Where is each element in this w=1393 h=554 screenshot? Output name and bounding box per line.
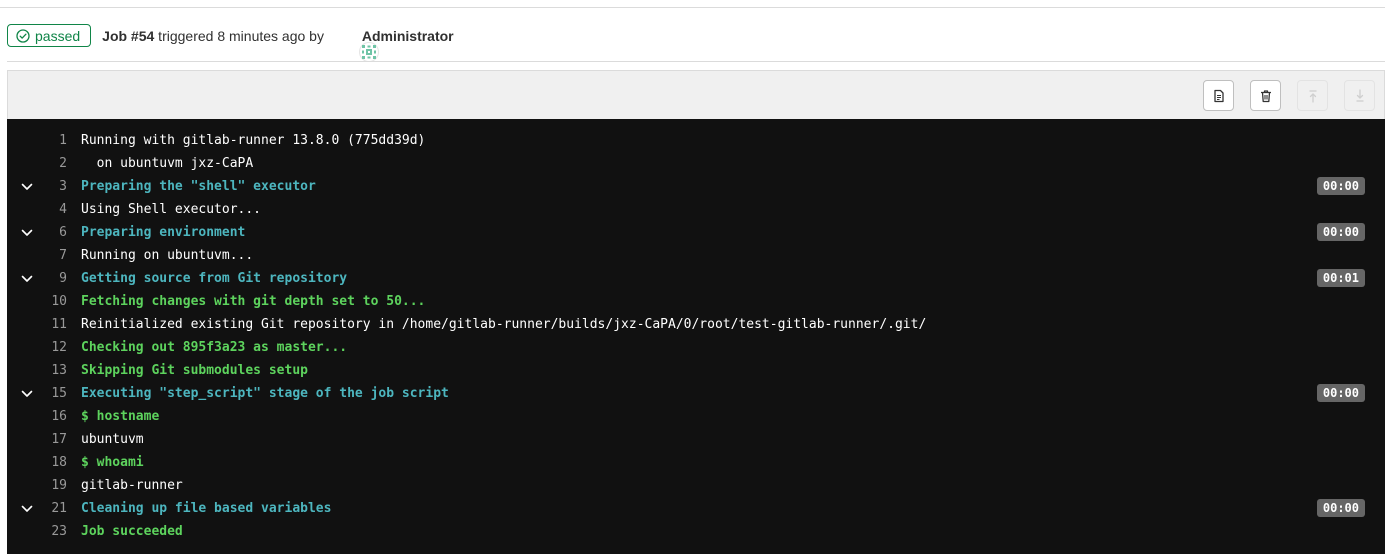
status-label: passed — [35, 27, 81, 44]
line-number[interactable]: 2 — [35, 156, 67, 171]
line-number[interactable]: 1 — [35, 133, 67, 148]
scroll-top-icon — [1309, 89, 1316, 103]
line-number[interactable]: 9 — [35, 271, 67, 286]
line-number[interactable]: 4 — [35, 202, 67, 217]
log-text: Fetching changes with git depth set to 5… — [81, 294, 426, 309]
line-number[interactable]: 18 — [35, 455, 67, 470]
line-number[interactable]: 19 — [35, 478, 67, 493]
scroll-bottom-icon — [1356, 88, 1363, 102]
log-text: Getting source from Git repository — [81, 271, 348, 286]
section-duration-badge: 00:01 — [1316, 269, 1365, 287]
log-line: 13 Skipping Git submodules setup — [7, 360, 1385, 382]
erase-log-button[interactable] — [1250, 80, 1281, 111]
log-line: 18 $ whoami — [7, 452, 1385, 474]
log-section-header[interactable]: 6 Preparing environment 00:00 — [7, 222, 1385, 244]
show-raw-icon — [1213, 89, 1224, 102]
line-number[interactable]: 12 — [35, 340, 67, 355]
line-number[interactable]: 21 — [35, 501, 67, 516]
log-text: Running with gitlab-runner 13.8.0 (775dd… — [81, 133, 426, 148]
chevron-down-icon[interactable] — [20, 272, 34, 286]
log-text: Preparing environment — [81, 225, 246, 240]
section-duration-badge: 00:00 — [1316, 499, 1365, 517]
log-section-header[interactable]: 21 Cleaning up file based variables 00:00 — [7, 498, 1385, 520]
line-number[interactable]: 15 — [35, 386, 67, 401]
log-text: $ hostname — [81, 409, 160, 424]
log-text: Preparing the "shell" executor — [81, 179, 316, 194]
avatar[interactable] — [336, 26, 380, 62]
job-info: Job #54 triggered 8 minutes ago by Admin… — [102, 26, 454, 62]
section-duration-badge: 00:00 — [1316, 177, 1365, 195]
chevron-down-icon[interactable] — [20, 180, 34, 194]
log-section-header[interactable]: 15 Executing "step_script" stage of the j… — [7, 383, 1385, 405]
log-line: 4 Using Shell executor... — [7, 199, 1385, 221]
line-number[interactable]: 10 — [35, 294, 67, 309]
log-line: 17 ubuntuvm — [7, 429, 1385, 451]
line-number[interactable]: 7 — [35, 248, 67, 263]
triggered-text: triggered 8 minutes ago by — [154, 27, 328, 44]
log-text: Checking out 895f3a23 as master... — [81, 340, 348, 355]
log-line: 16 $ hostname — [7, 406, 1385, 428]
log-text: on ubuntuvm jxz-CaPA — [81, 156, 254, 171]
log-text: $ whoami — [81, 455, 144, 470]
log-toolbar — [7, 70, 1385, 119]
log-line: 7 Running on ubuntuvm... — [7, 245, 1385, 267]
line-number[interactable]: 17 — [35, 432, 67, 447]
log-text: Running on ubuntuvm... — [81, 248, 254, 263]
status-success-icon — [16, 28, 30, 43]
user-avatar-icon — [359, 41, 380, 62]
log-text: Job succeeded — [81, 524, 183, 539]
scroll-top-button[interactable] — [1297, 80, 1328, 111]
erase-log-icon — [1260, 89, 1271, 102]
log-text: Executing "step_script" stage of the job… — [81, 386, 449, 401]
chevron-down-icon[interactable] — [20, 387, 34, 401]
log-line: 23 Job succeeded — [7, 521, 1385, 543]
line-number[interactable]: 16 — [35, 409, 67, 424]
line-number[interactable]: 23 — [35, 524, 67, 539]
log-line: 1 Running with gitlab-runner 13.8.0 (775d… — [7, 130, 1385, 152]
job-id: Job #54 — [102, 27, 155, 44]
log-text: Using Shell executor... — [81, 202, 262, 217]
section-duration-badge: 00:00 — [1316, 223, 1365, 241]
job-header: passed Job #54 triggered 8 minutes ago b… — [7, 23, 1385, 62]
log-text: ubuntuvm — [81, 432, 144, 447]
log-section-header[interactable]: 3 Preparing the "shell" executor 00:00 — [7, 176, 1385, 198]
header-divider — [7, 61, 1385, 62]
log-section-header[interactable]: 9 Getting source from Git repository 00:01 — [7, 268, 1385, 290]
show-raw-button[interactable] — [1203, 80, 1234, 111]
section-duration-badge: 00:00 — [1316, 384, 1365, 402]
scroll-bottom-button[interactable] — [1344, 80, 1375, 111]
chevron-down-icon[interactable] — [20, 502, 34, 516]
chevron-down-icon[interactable] — [20, 226, 34, 240]
log-text: Reinitialized existing Git repository in… — [81, 317, 927, 332]
log-line: 2 on ubuntuvm jxz-CaPA — [7, 153, 1385, 175]
log-line: 12 Checking out 895f3a23 as master... — [7, 337, 1385, 359]
top-divider — [0, 7, 1385, 8]
line-number[interactable]: 11 — [35, 317, 67, 332]
log-line: 11 Reinitialized existing Git repository … — [7, 314, 1385, 336]
log-line: 19 gitlab-runner — [7, 475, 1385, 497]
line-number[interactable]: 6 — [35, 225, 67, 240]
status-badge[interactable]: passed — [7, 24, 92, 47]
log-text: gitlab-runner — [81, 478, 183, 493]
user-link[interactable]: Administrator — [362, 28, 454, 44]
line-number[interactable]: 3 — [35, 179, 67, 194]
log-text: Skipping Git submodules setup — [81, 363, 308, 378]
job-log: 1 Running with gitlab-runner 13.8.0 (775d… — [7, 119, 1385, 554]
log-text: Cleaning up file based variables — [81, 501, 332, 516]
log-line: 10 Fetching changes with git depth set to… — [7, 291, 1385, 313]
line-number[interactable]: 13 — [35, 363, 67, 378]
